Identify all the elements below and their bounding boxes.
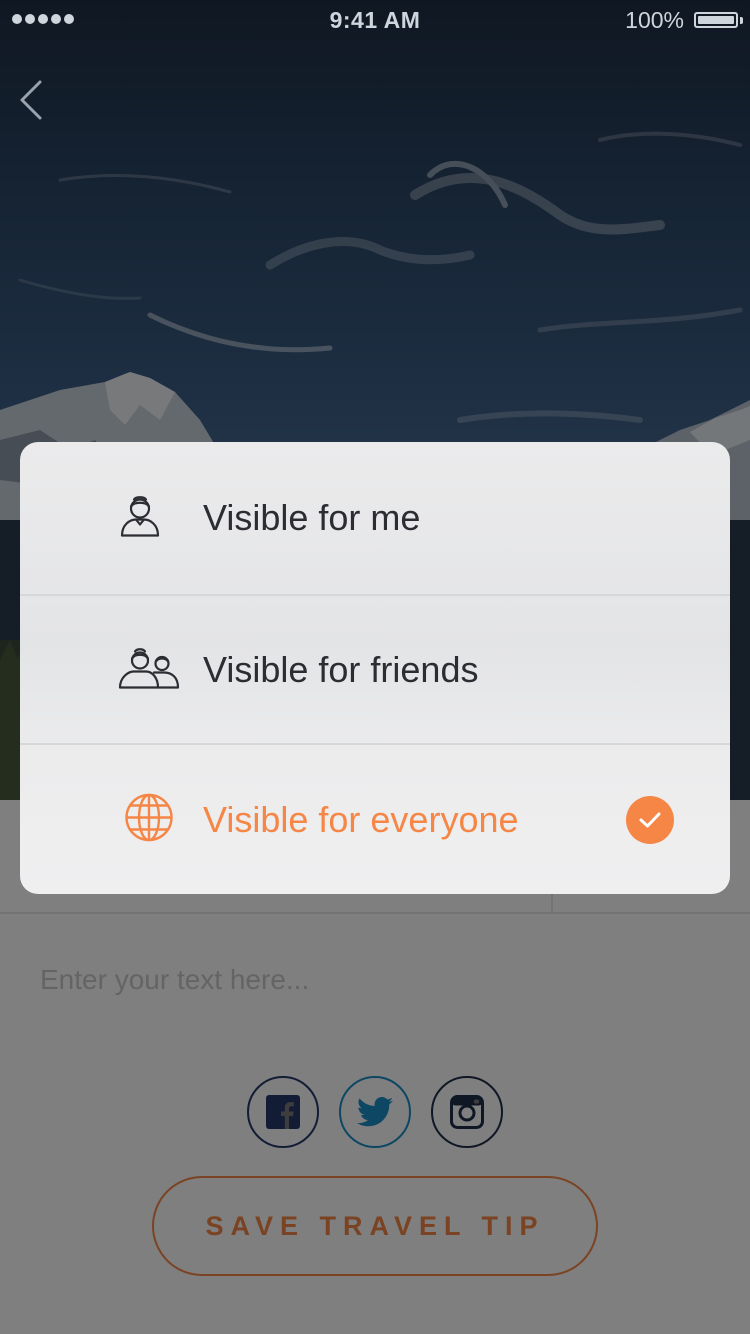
back-button[interactable]	[16, 78, 50, 122]
visibility-option-label: Visible for me	[203, 497, 421, 538]
visibility-option-me[interactable]: Visible for me	[20, 442, 730, 594]
status-bar: 9:41 AM 100%	[0, 0, 750, 40]
visibility-option-everyone[interactable]: Visible for everyone	[20, 745, 730, 894]
app-screen: SAVE TRAVEL TIP 9:41 AM 100%	[0, 0, 750, 1334]
visibility-option-label: Visible for everyone	[203, 798, 519, 840]
single-user-icon	[118, 492, 162, 545]
battery-tip	[740, 17, 743, 24]
visibility-option-label: Visible for friends	[203, 648, 479, 690]
visibility-option-friends[interactable]: Visible for friends	[20, 596, 730, 743]
visibility-menu: Visible for me Visible for friends Visib…	[20, 442, 730, 894]
chevron-left-icon	[20, 80, 42, 120]
friends-icon	[118, 643, 180, 696]
battery-icon	[694, 12, 738, 28]
checkmark-icon	[626, 795, 674, 844]
battery-percentage: 100%	[625, 7, 684, 33]
globe-icon	[124, 792, 174, 847]
